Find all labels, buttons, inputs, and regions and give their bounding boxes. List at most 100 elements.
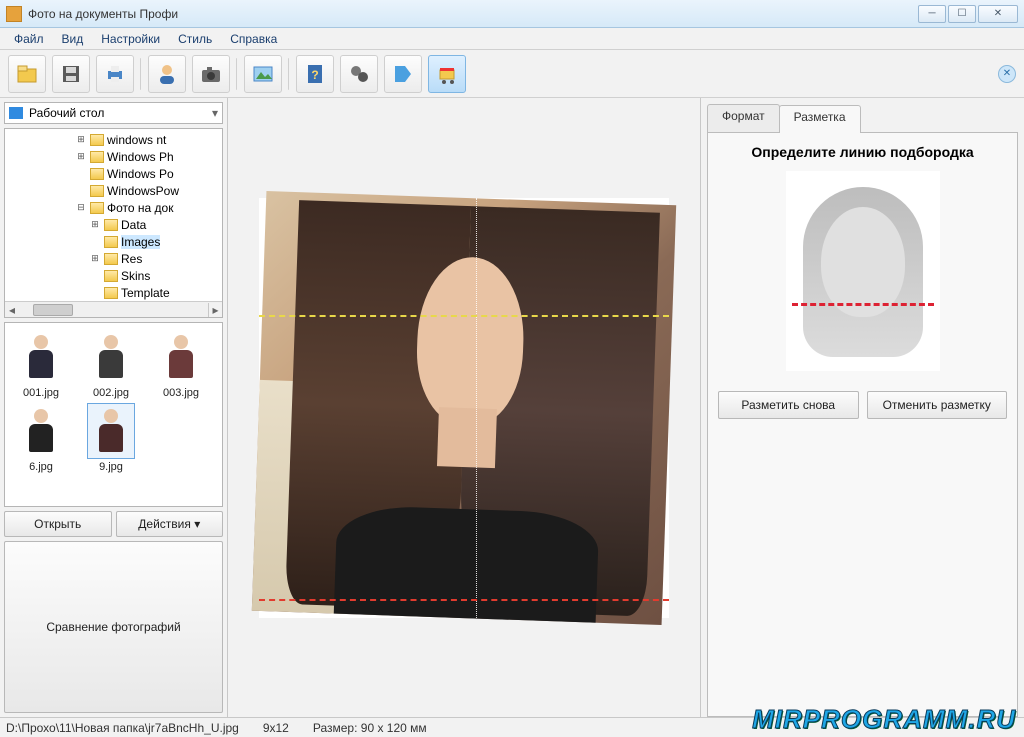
toolbar-save-button[interactable] <box>52 55 90 93</box>
scroll-left-icon[interactable]: ◂ <box>5 303 19 317</box>
status-path: D:\Прохо\11\Новая папка\jr7aBncHh_U.jpg <box>6 721 239 735</box>
cancel-markup-button[interactable]: Отменить разметку <box>867 391 1008 419</box>
toolbar-image-button[interactable] <box>244 55 282 93</box>
toolbar-open-button[interactable] <box>8 55 46 93</box>
expand-icon[interactable]: ⊟ <box>75 202 87 213</box>
tree-row[interactable]: Template <box>5 284 220 301</box>
tree-row[interactable]: Windows Po <box>5 165 220 182</box>
guide-eye-line[interactable] <box>259 315 669 317</box>
watermark: MIRPROGRAMM.RU <box>752 704 1016 735</box>
folder-icon <box>104 219 118 231</box>
minimize-button[interactable]: ─ <box>918 5 946 23</box>
toolbar-tag-button[interactable] <box>384 55 422 93</box>
thumbnail[interactable]: 002.jpg <box>81 329 141 399</box>
app-icon <box>6 6 22 22</box>
menu-help[interactable]: Справка <box>222 30 285 48</box>
right-panel: Формат Разметка Определите линию подборо… <box>700 98 1024 717</box>
open-button[interactable]: Открыть <box>4 511 112 537</box>
tree-row[interactable]: Images <box>5 233 220 250</box>
menu-view[interactable]: Вид <box>54 30 92 48</box>
thumbnail-caption: 001.jpg <box>23 387 59 399</box>
tree-label: Template <box>121 286 170 300</box>
tab-markup[interactable]: Разметка <box>779 105 861 133</box>
tree-row[interactable]: ⊞ Windows Ph <box>5 148 220 165</box>
tree-scrollbar[interactable]: ◂ ▸ <box>5 301 222 317</box>
status-size: Размер: 90 x 120 мм <box>313 721 427 735</box>
title-bar: Фото на документы Профи ─ ☐ ✕ <box>0 0 1024 28</box>
maximize-button[interactable]: ☐ <box>948 5 976 23</box>
tree-label: Images <box>121 235 160 249</box>
tree-row[interactable]: ⊟ Фото на док <box>5 199 220 216</box>
photo-canvas[interactable] <box>259 198 669 618</box>
folder-icon <box>90 202 104 214</box>
expand-icon[interactable]: ⊞ <box>75 151 87 162</box>
toolbar-camera-button[interactable] <box>192 55 230 93</box>
thumbnail-list: 001.jpg 002.jpg 003.jpg 6.jpg 9.jpg <box>4 322 223 507</box>
tree-row[interactable]: ⊞Res <box>5 250 220 267</box>
toolbar-separator <box>288 58 290 90</box>
tree-label: Skins <box>121 269 150 283</box>
toolbar-collapse-button[interactable]: ✕ <box>998 65 1016 83</box>
menu-file[interactable]: Файл <box>6 30 52 48</box>
folder-icon <box>104 253 118 265</box>
expand-icon[interactable]: ⊞ <box>89 219 101 230</box>
thumbnail-caption: 6.jpg <box>29 461 53 473</box>
toolbar-separator <box>140 58 142 90</box>
actions-label: Действия <box>138 517 191 531</box>
desktop-icon <box>9 107 23 119</box>
expand-icon[interactable]: ⊞ <box>75 134 87 145</box>
thumbnail[interactable]: 6.jpg <box>11 403 71 473</box>
tree-row[interactable]: WindowsPow <box>5 182 220 199</box>
compare-photos-button[interactable]: Сравнение фотографий <box>4 541 223 714</box>
tree-row[interactable]: ⊞ windows nt <box>5 131 220 148</box>
toolbar-separator <box>236 58 238 90</box>
toolbar-help-button[interactable]: ? <box>296 55 334 93</box>
markup-preview <box>786 171 940 371</box>
close-button[interactable]: ✕ <box>978 5 1018 23</box>
thumbnail-image <box>87 329 135 385</box>
thumbnail-image <box>17 403 65 459</box>
thumbnail-image <box>17 329 65 385</box>
tree-label: Windows Ph <box>107 150 174 164</box>
actions-button[interactable]: Действия ▾ <box>116 511 224 537</box>
expand-icon[interactable]: ⊞ <box>89 253 101 264</box>
window-title: Фото на документы Профи <box>28 7 918 21</box>
status-ratio: 9x12 <box>263 721 289 735</box>
menu-settings[interactable]: Настройки <box>93 30 168 48</box>
thumbnail[interactable]: 003.jpg <box>151 329 211 399</box>
remark-again-button[interactable]: Разметить снова <box>718 391 859 419</box>
preview-chin-line <box>792 303 934 306</box>
toolbar-print-button[interactable] <box>96 55 134 93</box>
guide-chin-line[interactable] <box>259 599 669 601</box>
folder-icon <box>104 287 118 299</box>
folder-tree[interactable]: ⊞ windows nt ⊞ Windows PhWindows Po WindowsP… <box>4 128 223 318</box>
photo-image <box>252 190 676 624</box>
scroll-thumb[interactable] <box>33 304 73 316</box>
thumbnail-caption: 003.jpg <box>163 387 199 399</box>
toolbar: ? ✕ <box>0 50 1024 98</box>
folder-icon <box>90 151 104 163</box>
folder-icon <box>90 168 104 180</box>
tree-label: windows nt <box>107 133 166 147</box>
svg-text:?: ? <box>311 68 318 82</box>
tree-label: WindowsPow <box>107 184 179 198</box>
markup-heading: Определите линию подбородка <box>751 143 973 161</box>
thumbnail-caption: 9.jpg <box>99 461 123 473</box>
tree-row[interactable]: Skins <box>5 267 220 284</box>
toolbar-cart-button[interactable] <box>428 55 466 93</box>
location-label: Рабочий стол <box>29 106 104 120</box>
tree-row[interactable]: ⊞ Data <box>5 216 220 233</box>
tree-label: Фото на док <box>107 201 173 215</box>
location-combo[interactable]: Рабочий стол ▾ <box>4 102 223 124</box>
scroll-right-icon[interactable]: ▸ <box>208 303 222 317</box>
folder-icon <box>104 236 118 248</box>
tab-format[interactable]: Формат <box>707 104 780 132</box>
toolbar-user-button[interactable] <box>148 55 186 93</box>
thumbnail[interactable]: 9.jpg <box>81 403 141 473</box>
menu-style[interactable]: Стиль <box>170 30 220 48</box>
toolbar-video-button[interactable] <box>340 55 378 93</box>
tree-label: Data <box>121 218 146 232</box>
canvas-area <box>228 98 700 717</box>
thumbnail[interactable]: 001.jpg <box>11 329 71 399</box>
guide-vertical[interactable] <box>476 198 477 618</box>
